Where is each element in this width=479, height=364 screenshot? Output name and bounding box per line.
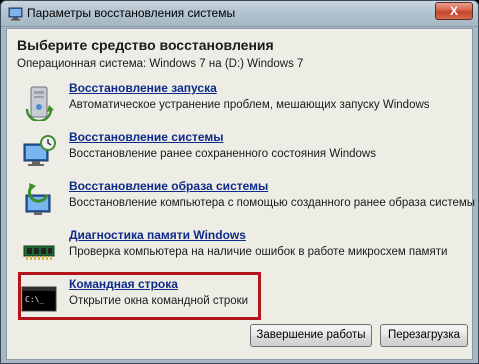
system-restore-description: Восстановление ранее сохраненного состоя… <box>69 148 376 160</box>
title-bar: Параметры восстановления системы X <box>1 1 478 27</box>
restart-button[interactable]: Перезагрузка <box>380 324 468 347</box>
tool-system-restore: Восстановление системы Восстановление ра… <box>17 130 467 176</box>
command-prompt-link[interactable]: Командная строка <box>69 277 178 291</box>
command-prompt-icon: C:\_ <box>21 286 57 312</box>
system-image-recovery-description: Восстановление компьютера с помощью созд… <box>69 197 476 209</box>
system-restore-link[interactable]: Восстановление системы <box>69 130 224 144</box>
memory-diagnostic-icon <box>23 245 55 260</box>
recovery-options-window: Параметры восстановления системы X Выбер… <box>0 0 479 364</box>
memory-diagnostic-link[interactable]: Диагностика памяти Windows <box>69 228 246 242</box>
startup-repair-icon <box>25 86 54 121</box>
memory-diagnostic-description: Проверка компьютера на наличие ошибок в … <box>69 246 448 258</box>
system-image-icon <box>25 183 51 215</box>
startup-repair-description: Автоматическое устранение проблем, мешаю… <box>69 99 430 111</box>
tool-system-image-recovery: Восстановление образа системы Восстановл… <box>17 179 475 225</box>
command-prompt-description: Открытие окна командной строки <box>69 295 249 307</box>
tool-command-prompt: C:\_ Командная строка Открытие окна кома… <box>17 277 467 323</box>
tool-startup-repair: Восстановление запуска Автоматическое ус… <box>17 81 467 127</box>
shutdown-button[interactable]: Завершение работы <box>250 324 372 347</box>
window-title: Параметры восстановления системы <box>27 6 236 20</box>
tool-memory-diagnostic: Диагностика памяти Windows Проверка комп… <box>17 228 467 274</box>
page-title: Выберите средство восстановления <box>17 37 274 53</box>
svg-text:C:\_: C:\_ <box>25 295 44 304</box>
system-restore-icon <box>23 135 56 166</box>
dialog-body: Выберите средство восстановления Операци… <box>6 28 475 360</box>
window-icon <box>8 7 23 21</box>
close-button[interactable]: X <box>435 2 473 20</box>
operating-system-label: Операционная система: Windows 7 на (D:) … <box>17 58 304 70</box>
startup-repair-link[interactable]: Восстановление запуска <box>69 81 217 95</box>
system-image-recovery-link[interactable]: Восстановление образа системы <box>69 179 268 193</box>
